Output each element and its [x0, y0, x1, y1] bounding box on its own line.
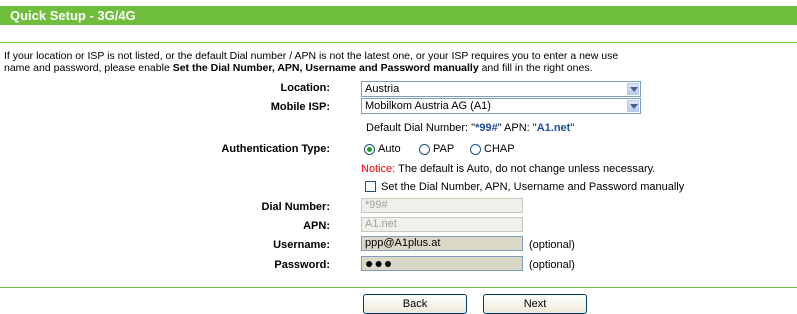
- default-dial-value: *99#: [475, 122, 498, 134]
- chevron-down-icon[interactable]: [627, 83, 639, 95]
- auth-auto-label: Auto: [378, 143, 401, 155]
- apn-field[interactable]: A1.net: [361, 217, 523, 232]
- intro-line-2: name and password, please enable Set the…: [4, 62, 797, 74]
- password-label: Password:: [274, 259, 330, 271]
- password-field[interactable]: ●●●: [361, 256, 523, 271]
- password-hint: (optional): [529, 259, 575, 271]
- location-value: Austria: [365, 83, 400, 95]
- apn-label: APN:: [303, 220, 330, 232]
- intro-line-2-start: name and password, please enable: [4, 62, 173, 74]
- default-apn-prefix: " APN: ": [497, 122, 537, 134]
- auth-chap-radio[interactable]: [470, 144, 481, 155]
- auth-chap-label: CHAP: [484, 143, 515, 155]
- auth-auto-radio[interactable]: [364, 144, 375, 155]
- intro-line-2-end: and fill in the right ones.: [478, 62, 593, 74]
- default-dial-info: Default Dial Number: "*99#" APN: "A1.net…: [366, 121, 574, 135]
- username-hint: (optional): [529, 239, 575, 251]
- divider-top: [0, 42, 797, 43]
- intro-line-1: If your location or ISP is not listed, o…: [4, 50, 619, 62]
- username-field[interactable]: ppp@A1plus.at: [361, 236, 523, 251]
- mobile-isp-select[interactable]: Mobilkom Austria AG (A1): [361, 98, 641, 114]
- mobile-isp-label: Mobile ISP:: [270, 101, 330, 113]
- username-label: Username:: [273, 239, 330, 251]
- dial-number-field[interactable]: *99#: [361, 198, 523, 213]
- page-title: Quick Setup - 3G/4G: [10, 8, 136, 23]
- intro-line-2-bold: Set the Dial Number, APN, Username and P…: [172, 62, 479, 74]
- notice-body: The default is Auto, do not change unles…: [395, 163, 656, 175]
- manual-settings-checkbox[interactable]: [365, 181, 376, 192]
- auth-pap-label: PAP: [433, 143, 455, 155]
- location-select[interactable]: Austria: [361, 81, 641, 97]
- header-bar: Quick Setup - 3G/4G: [0, 6, 797, 25]
- chevron-down-icon[interactable]: [627, 100, 639, 112]
- intro-text: If your location or ISP is not listed, o…: [4, 50, 797, 74]
- dial-number-label: Dial Number:: [261, 201, 330, 213]
- back-button[interactable]: Back: [363, 294, 467, 314]
- default-dial-prefix: Default Dial Number: ": [366, 122, 476, 134]
- default-apn-suffix: ": [570, 122, 575, 134]
- notice-prefix: Notice:: [361, 163, 396, 175]
- divider-bottom: [0, 287, 797, 288]
- manual-settings-label: Set the Dial Number, APN, Username and P…: [381, 181, 685, 193]
- default-apn-value: A1.net: [536, 122, 571, 134]
- next-button[interactable]: Next: [483, 294, 587, 314]
- location-label: Location:: [280, 82, 331, 94]
- auth-pap-radio[interactable]: [419, 144, 430, 155]
- auth-type-label: Authentication Type:: [221, 143, 330, 155]
- mobile-isp-value: Mobilkom Austria AG (A1): [365, 100, 491, 112]
- notice-text: Notice: The default is Auto, do not chan…: [361, 162, 655, 176]
